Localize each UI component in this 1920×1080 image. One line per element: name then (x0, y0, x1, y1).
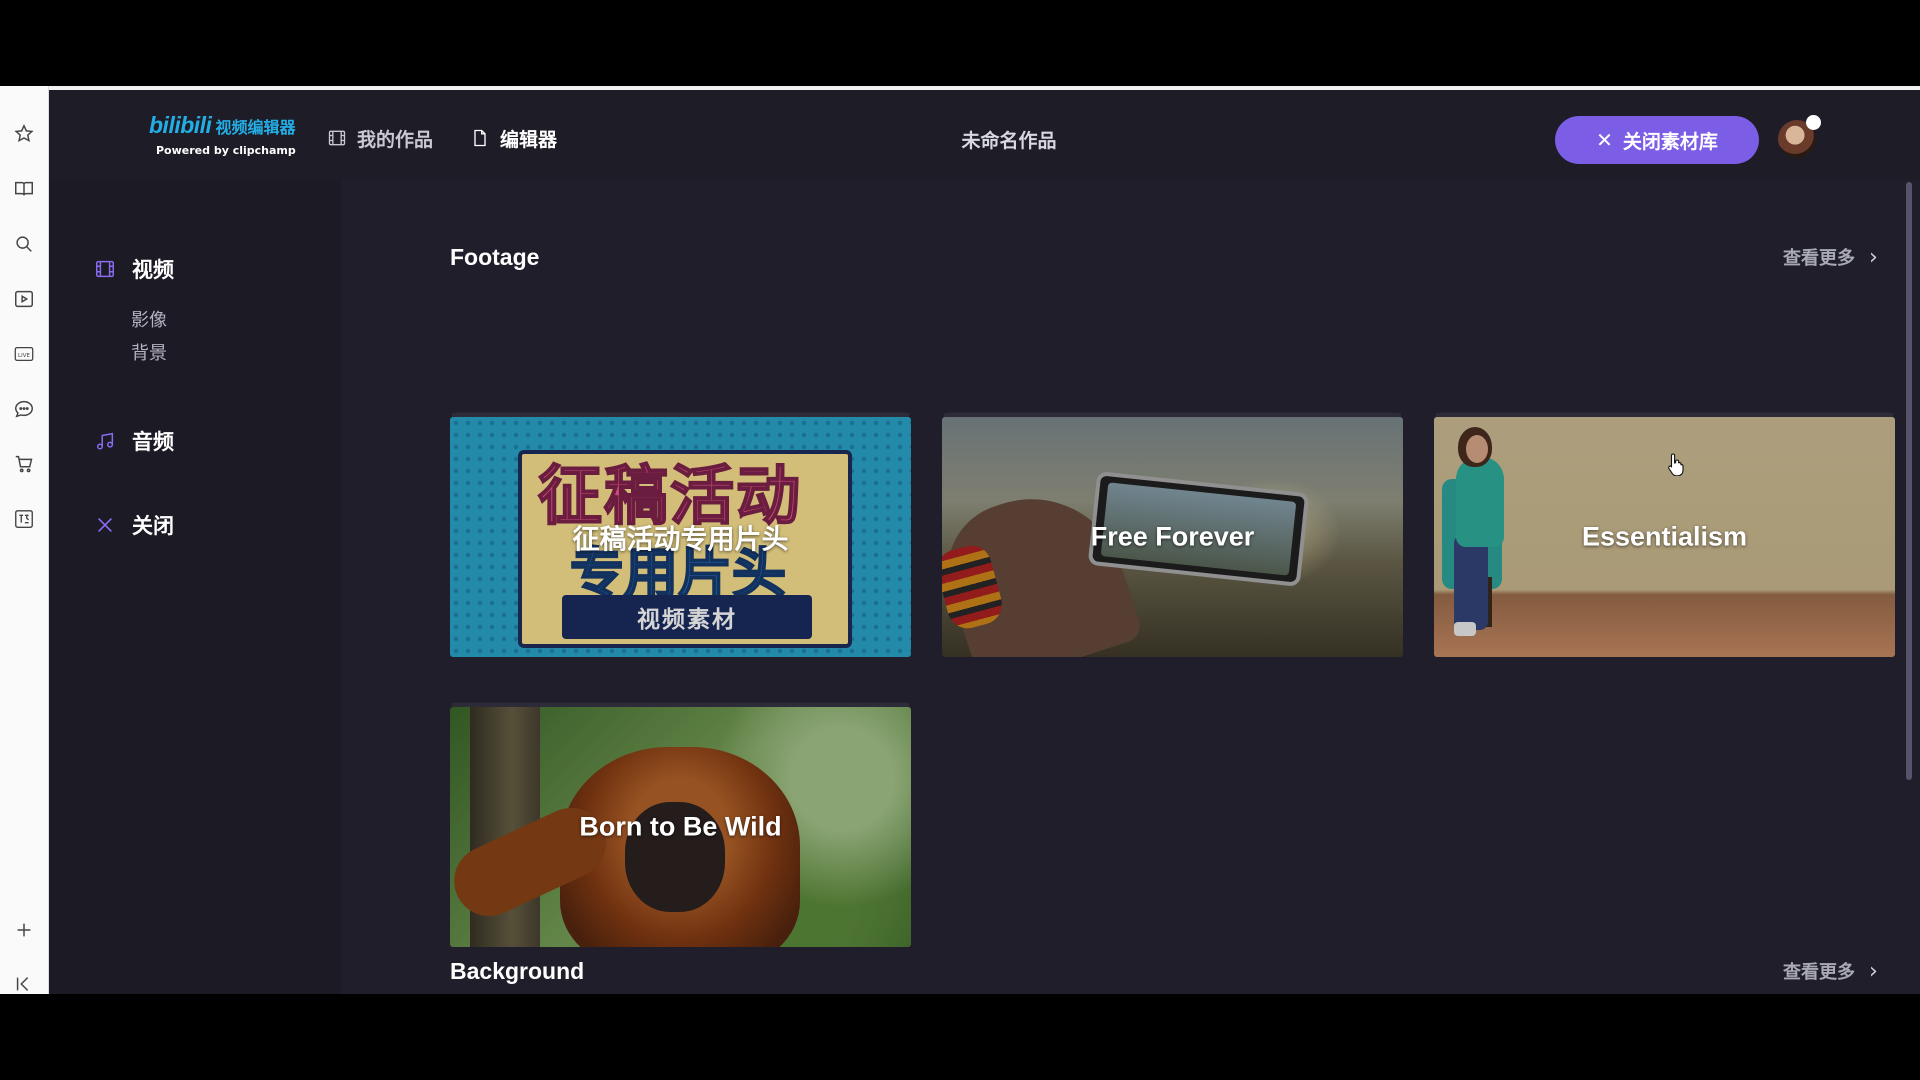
live-icon[interactable]: LIVE (12, 342, 36, 366)
app-logo[interactable]: bilibili 视频编辑器 Powered by clipchamp (149, 112, 319, 162)
book-icon[interactable] (12, 177, 36, 201)
nav-my-works[interactable]: 我的作品 (327, 126, 434, 151)
sidebar-item-video[interactable]: 视频 (93, 254, 174, 284)
add-icon[interactable] (12, 918, 36, 942)
sidebar-subitem-footage[interactable]: 影像 (131, 306, 167, 332)
close-library-label: 关闭素材库 (1622, 130, 1718, 153)
see-more-footage-link[interactable]: 查看更多 › (1783, 244, 1878, 270)
cart-icon[interactable] (12, 452, 36, 476)
document-icon (474, 129, 486, 147)
app-window: bilibili 视频编辑器 Powered by clipchamp 我的作品 … (49, 90, 1920, 994)
screen-top-border (0, 0, 1920, 86)
chevron-right-icon: › (1869, 244, 1878, 270)
sidebar-subitem-background[interactable]: 背景 (131, 339, 167, 365)
browser-sidebar: LIVE (0, 86, 49, 994)
app-header: bilibili 视频编辑器 Powered by clipchamp 我的作品 … (49, 90, 1920, 180)
notification-dot (1806, 115, 1821, 130)
sidebar-item-close-label: 关闭 (132, 514, 174, 538)
sidebar-item-close[interactable]: 关闭 (93, 510, 174, 540)
nav-editor-label: 编辑器 (500, 128, 558, 151)
see-more-label: 查看更多 (1783, 248, 1855, 269)
footage-card[interactable]: Born to Be Wild (450, 707, 911, 947)
logo-text: bilibili (149, 112, 212, 138)
card-title: Free Forever (1090, 521, 1255, 552)
card-title: 征稿活动专用片头 (572, 524, 789, 555)
search-icon[interactable] (12, 232, 36, 256)
chevron-right-icon: › (1869, 958, 1878, 984)
close-icon (93, 513, 117, 537)
film-icon (93, 257, 117, 281)
footage-card[interactable]: Free Forever (942, 417, 1403, 657)
close-library-button[interactable]: ✕ 关闭素材库 (1555, 116, 1759, 164)
section-title-background: Background (450, 958, 585, 984)
project-title[interactable]: 未命名作品 (961, 126, 1056, 153)
card-title: Essentialism (1581, 521, 1748, 552)
translate-icon[interactable] (12, 507, 36, 531)
music-note-icon (93, 429, 117, 453)
section-title-footage: Footage (450, 244, 540, 270)
library-content: Footage 查看更多 › 征稿活动 专用片头 视频素材 征稿活动专用片头 F… (341, 180, 1920, 994)
star-icon[interactable] (12, 122, 36, 146)
svg-text:LIVE: LIVE (18, 353, 30, 359)
nav-my-works-label: 我的作品 (357, 128, 434, 151)
nav-editor[interactable]: 编辑器 (470, 126, 558, 151)
sidebar-item-audio[interactable]: 音频 (93, 426, 174, 456)
footage-card[interactable]: 征稿活动 专用片头 视频素材 征稿活动专用片头 (450, 417, 911, 657)
film-icon (328, 130, 346, 146)
logo-subtitle: 视频编辑器 (215, 118, 296, 137)
footage-card[interactable]: Essentialism (1434, 417, 1895, 657)
close-icon: ✕ (1596, 128, 1613, 152)
content-scrollbar[interactable] (1906, 182, 1912, 780)
sidebar-item-audio-label: 音频 (132, 430, 174, 454)
see-more-background-link[interactable]: 查看更多 › (1783, 958, 1878, 984)
collapse-icon[interactable] (12, 972, 36, 996)
powered-by-text: Powered by clipchamp (156, 144, 296, 157)
video-icon[interactable] (12, 287, 36, 311)
screen-bottom-border (0, 994, 1920, 1080)
library-sidebar: 视频 影像 背景 音频 关闭 (49, 180, 341, 994)
see-more-label: 查看更多 (1783, 962, 1855, 983)
card-title: Born to Be Wild (579, 811, 782, 842)
chat-icon[interactable] (12, 397, 36, 421)
hand-cursor-icon (1668, 453, 1684, 476)
sidebar-item-video-label: 视频 (132, 258, 174, 282)
